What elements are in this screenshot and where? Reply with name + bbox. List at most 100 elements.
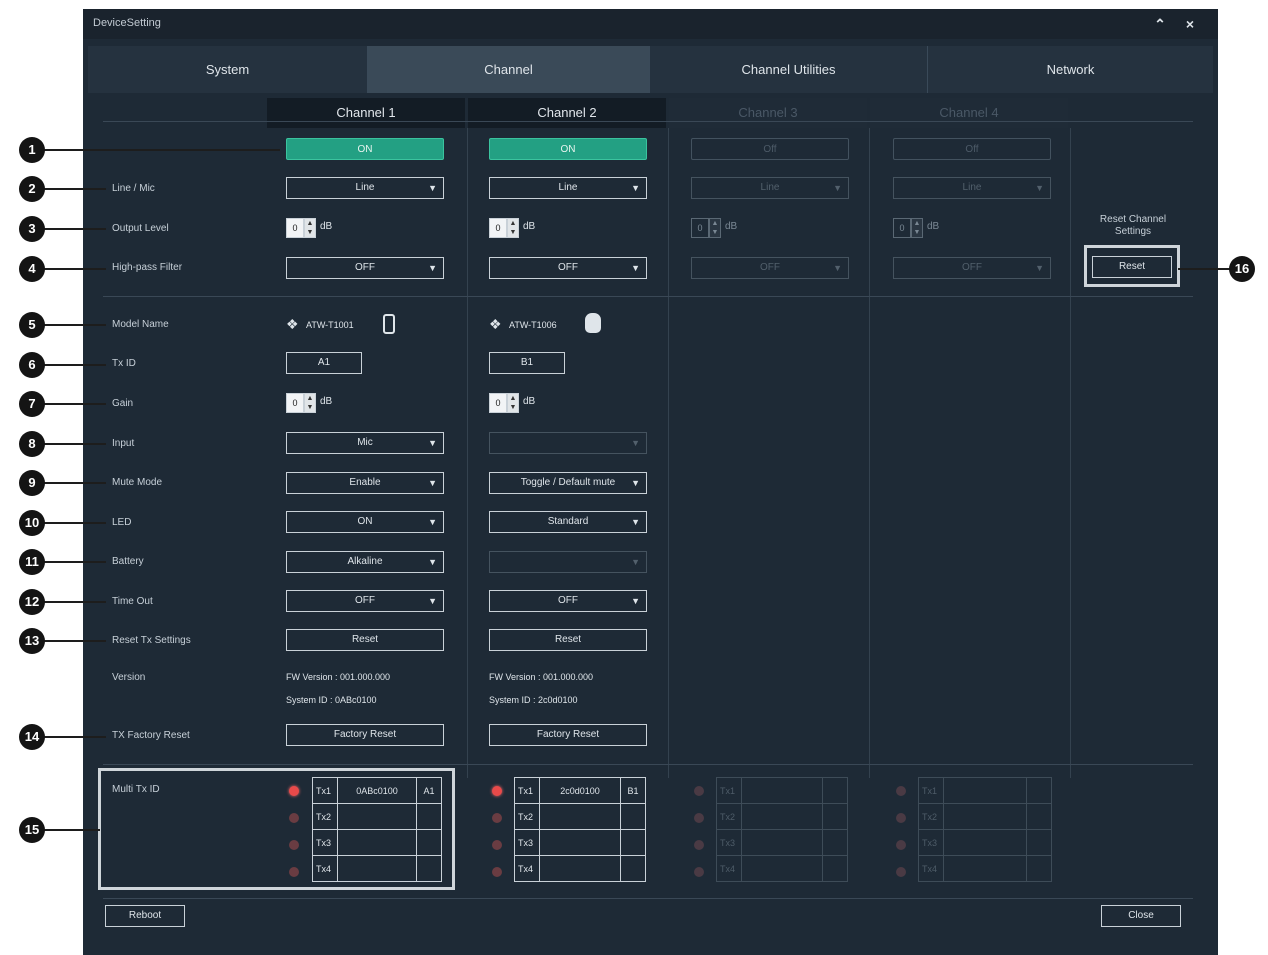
stepper-value[interactable]: 0 [286,218,304,238]
table-row[interactable]: Tx4 [716,855,848,882]
callout-line [40,482,106,484]
multi-tx-table-ch4: Tx1 Tx2 Tx3 Tx4 [918,777,1052,882]
high-pass-select-ch1[interactable]: OFF ▼ [286,257,444,279]
gain-stepper-ch1[interactable]: 0 ▲ ▼ dB [286,393,356,413]
power-button-ch1[interactable]: ON [286,138,444,160]
callout-line [40,324,106,326]
battery-select-ch1[interactable]: Alkaline ▼ [286,551,444,573]
power-button-ch2[interactable]: ON [489,138,647,160]
line-mic-select-ch2[interactable]: Line ▼ [489,177,647,199]
line-mic-select-ch4[interactable]: Line ▼ [893,177,1051,199]
callout-6: 6 [19,352,45,378]
power-button-ch3[interactable]: Off [691,138,849,160]
callout-line [40,601,106,603]
callout-4: 4 [19,256,45,282]
line-mic-select-ch3[interactable]: Line ▼ [691,177,849,199]
callout-line [40,188,106,190]
stepper-arrows-icon[interactable]: ▲ ▼ [911,218,923,238]
input-select-ch1[interactable]: Mic ▼ [286,432,444,454]
label-input: Input [112,438,135,449]
reset-tx-settings-button-ch2[interactable]: Reset [489,629,647,651]
tab-bar: System Channel Channel Utilities Network [88,46,1213,93]
table-row[interactable]: Tx3 [716,829,848,856]
reset-tx-settings-button-ch1[interactable]: Reset [286,629,444,651]
stepper-arrows-icon[interactable]: ▲ ▼ [507,218,519,238]
table-row[interactable]: Tx2 [514,803,646,830]
tx-id [416,829,442,856]
stepper-value[interactable]: 0 [691,218,709,238]
table-row[interactable]: Tx3 [918,829,1052,856]
chevron-up-icon[interactable]: ⌃ [1149,14,1171,34]
stepper-value[interactable]: 0 [893,218,911,238]
callout-line [40,561,106,563]
mute-mode-select-ch1[interactable]: Enable ▼ [286,472,444,494]
stepper-arrows-icon[interactable]: ▲ ▼ [709,218,721,238]
tx-slot: Tx4 [716,855,742,882]
output-level-stepper-ch4[interactable]: 0 ▲ ▼ dB [893,218,963,238]
chevron-down-icon: ▼ [428,438,437,448]
table-row[interactable]: Tx2 [918,803,1052,830]
table-row[interactable]: Tx4 [514,855,646,882]
stepper-value[interactable]: 0 [489,218,507,238]
callout-1: 1 [19,137,45,163]
input-select-ch2[interactable]: ▼ [489,432,647,454]
table-row[interactable]: Tx2 [312,803,442,830]
window-title: DeviceSetting [93,17,161,29]
reset-channel-settings-button[interactable]: Reset [1092,256,1172,278]
tab-channel-utilities[interactable]: Channel Utilities [650,46,928,93]
close-icon[interactable]: × [1179,14,1201,34]
chevron-down-icon: ▼ [833,183,842,193]
tab-channel[interactable]: Channel [368,46,650,93]
table-row[interactable]: Tx3 [514,829,646,856]
high-pass-select-ch4[interactable]: OFF ▼ [893,257,1051,279]
led-indicator [492,813,502,823]
line-mic-select-ch1[interactable]: Line ▼ [286,177,444,199]
gain-stepper-ch2[interactable]: 0 ▲ ▼ dB [489,393,559,413]
led-select-ch1[interactable]: ON ▼ [286,511,444,533]
callout-3: 3 [19,216,45,242]
stepper-arrows-icon[interactable]: ▲ ▼ [507,393,519,413]
stepper-value[interactable]: 0 [489,393,507,413]
high-pass-select-ch2[interactable]: OFF ▼ [489,257,647,279]
table-row[interactable]: Tx4 [918,855,1052,882]
table-row[interactable]: Tx3 [312,829,442,856]
time-out-select-ch1[interactable]: OFF ▼ [286,590,444,612]
table-row[interactable]: Tx1 [918,777,1052,804]
stepper-arrows-icon[interactable]: ▲ ▼ [304,218,316,238]
table-row[interactable]: Tx4 [312,855,442,882]
stepper-value[interactable]: 0 [286,393,304,413]
output-level-stepper-ch3[interactable]: 0 ▲ ▼ dB [691,218,761,238]
high-pass-select-ch3[interactable]: OFF ▼ [691,257,849,279]
power-button-ch4[interactable]: Off [893,138,1051,160]
tab-system[interactable]: System [88,46,368,93]
table-row[interactable]: Tx1 0ABc0100 A1 [312,777,442,804]
led-select-ch2[interactable]: Standard ▼ [489,511,647,533]
table-row[interactable]: Tx1 [716,777,848,804]
factory-reset-button-ch1[interactable]: Factory Reset [286,724,444,746]
table-row[interactable]: Tx1 2c0d0100 B1 [514,777,646,804]
channel-1-header: Channel 1 [267,98,465,128]
table-row[interactable]: Tx2 [716,803,848,830]
select-value: Standard [547,516,589,527]
output-level-stepper-ch1[interactable]: 0 ▲ ▼ dB [286,218,356,238]
identify-icon[interactable]: ❖ [489,316,502,333]
channel-2-header: Channel 2 [468,98,666,128]
output-level-stepper-ch2[interactable]: 0 ▲ ▼ dB [489,218,559,238]
close-button[interactable]: Close [1101,905,1181,927]
reset-channel-settings-label: Reset Channel Settings [1099,214,1167,237]
chevron-down-icon: ▼ [631,438,640,448]
channel-4-header: Channel 4 [870,98,1068,128]
reboot-button[interactable]: Reboot [105,905,185,927]
callout-12: 12 [19,589,45,615]
identify-icon[interactable]: ❖ [286,316,299,333]
factory-reset-button-ch2[interactable]: Factory Reset [489,724,647,746]
mute-mode-select-ch2[interactable]: Toggle / Default mute ▼ [489,472,647,494]
battery-select-ch2[interactable]: ▼ [489,551,647,573]
time-out-select-ch2[interactable]: OFF ▼ [489,590,647,612]
tx-id [822,777,848,804]
tab-network[interactable]: Network [928,46,1213,93]
tx-system-id [539,855,621,882]
label-mute-mode: Mute Mode [112,477,163,488]
system-id-ch2: System ID : 2c0d0100 [489,695,578,705]
stepper-arrows-icon[interactable]: ▲ ▼ [304,393,316,413]
